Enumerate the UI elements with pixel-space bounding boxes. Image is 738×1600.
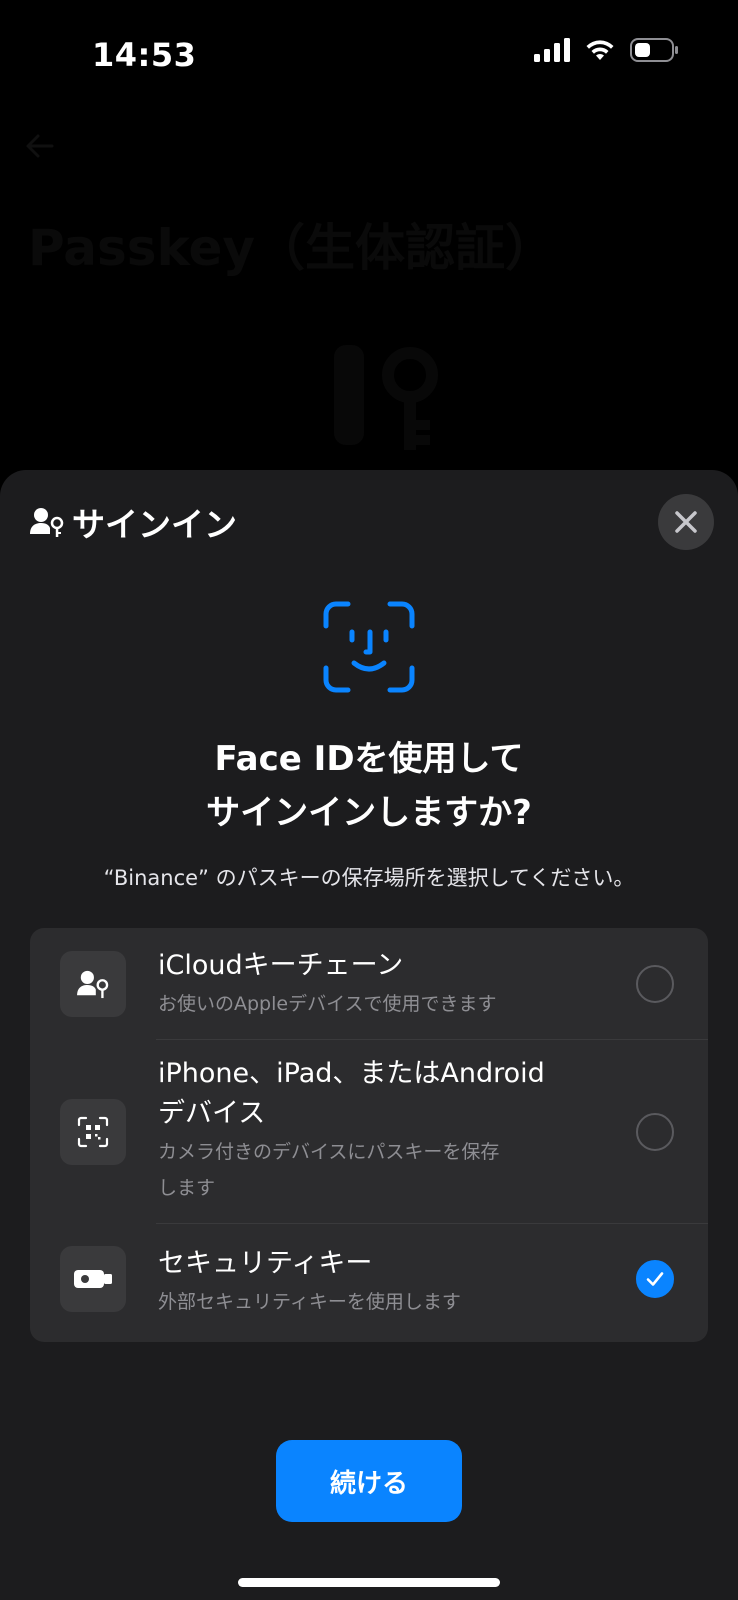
battery-icon bbox=[630, 38, 678, 62]
option-description-line-1: カメラ付きのデバイスにパスキーを保存 bbox=[158, 1141, 500, 1163]
sheet-headline: Face IDを使用して サインインしますか? bbox=[0, 732, 738, 840]
option-description-line-2: します bbox=[158, 1177, 216, 1199]
option-description: 外部セキュリティキーを使用します bbox=[158, 1291, 461, 1313]
usb-key-icon bbox=[74, 1270, 112, 1288]
option-icon-container bbox=[60, 1099, 126, 1165]
option-description: お使いのAppleデバイスで使用できます bbox=[158, 993, 497, 1015]
headline-line-2: サインインしますか? bbox=[206, 793, 532, 833]
person-key-icon bbox=[77, 970, 109, 999]
checkmark-icon bbox=[646, 1272, 664, 1286]
option-text: iCloudキーチェーン お使いのAppleデバイスで使用できます bbox=[158, 946, 598, 1022]
sheet-title: サインイン bbox=[72, 505, 237, 544]
option-security-key[interactable]: セキュリティキー 外部セキュリティキーを使用します bbox=[30, 1224, 708, 1342]
passkey-illustration-icon bbox=[334, 345, 438, 450]
option-title: セキュリティキー bbox=[158, 1248, 373, 1279]
option-radio-selected[interactable] bbox=[636, 1260, 674, 1298]
cellular-signal-icon bbox=[534, 38, 570, 62]
option-radio[interactable] bbox=[636, 1113, 674, 1151]
wifi-icon bbox=[586, 40, 614, 60]
status-bar: 14:53 bbox=[0, 0, 738, 110]
option-text: iPhone、iPad、またはAndroid デバイス カメラ付きのデバイスにパ… bbox=[158, 1054, 598, 1206]
option-icon-container bbox=[60, 1246, 126, 1312]
back-arrow-icon[interactable] bbox=[22, 128, 58, 164]
close-icon bbox=[675, 511, 697, 533]
option-title: iCloudキーチェーン bbox=[158, 950, 404, 981]
option-title-line-2: デバイス bbox=[158, 1098, 266, 1129]
home-indicator bbox=[238, 1578, 500, 1587]
option-radio[interactable] bbox=[636, 965, 674, 1003]
background-page: Passkey（生体認証） bbox=[0, 110, 738, 470]
option-text: セキュリティキー 外部セキュリティキーを使用します bbox=[158, 1244, 598, 1320]
option-title-line-1: iPhone、iPad、またはAndroid bbox=[158, 1058, 545, 1089]
close-button[interactable] bbox=[658, 494, 714, 550]
option-icloud-keychain[interactable]: iCloudキーチェーン お使いのAppleデバイスで使用できます bbox=[30, 928, 708, 1040]
continue-button[interactable]: 続ける bbox=[276, 1440, 462, 1522]
status-icons bbox=[534, 38, 678, 62]
option-icon-container bbox=[60, 951, 126, 1017]
sheet-header: サインイン bbox=[30, 498, 237, 546]
sheet-subtext: “Binance” のパスキーの保存場所を選択してください。 bbox=[103, 866, 635, 890]
face-id-icon bbox=[323, 601, 415, 693]
passkey-location-options: iCloudキーチェーン お使いのAppleデバイスで使用できます iPhone… bbox=[30, 928, 708, 1342]
signin-sheet: サインイン Face IDを使用して サインインしますか? “Binance” … bbox=[0, 470, 738, 1600]
background-page-title: Passkey（生体認証） bbox=[28, 219, 555, 277]
qr-scan-icon bbox=[77, 1116, 109, 1148]
option-other-device[interactable]: iPhone、iPad、またはAndroid デバイス カメラ付きのデバイスにパ… bbox=[30, 1040, 708, 1224]
person-key-icon bbox=[30, 508, 64, 537]
status-time: 14:53 bbox=[92, 36, 197, 74]
headline-line-1: Face IDを使用して bbox=[214, 739, 524, 779]
